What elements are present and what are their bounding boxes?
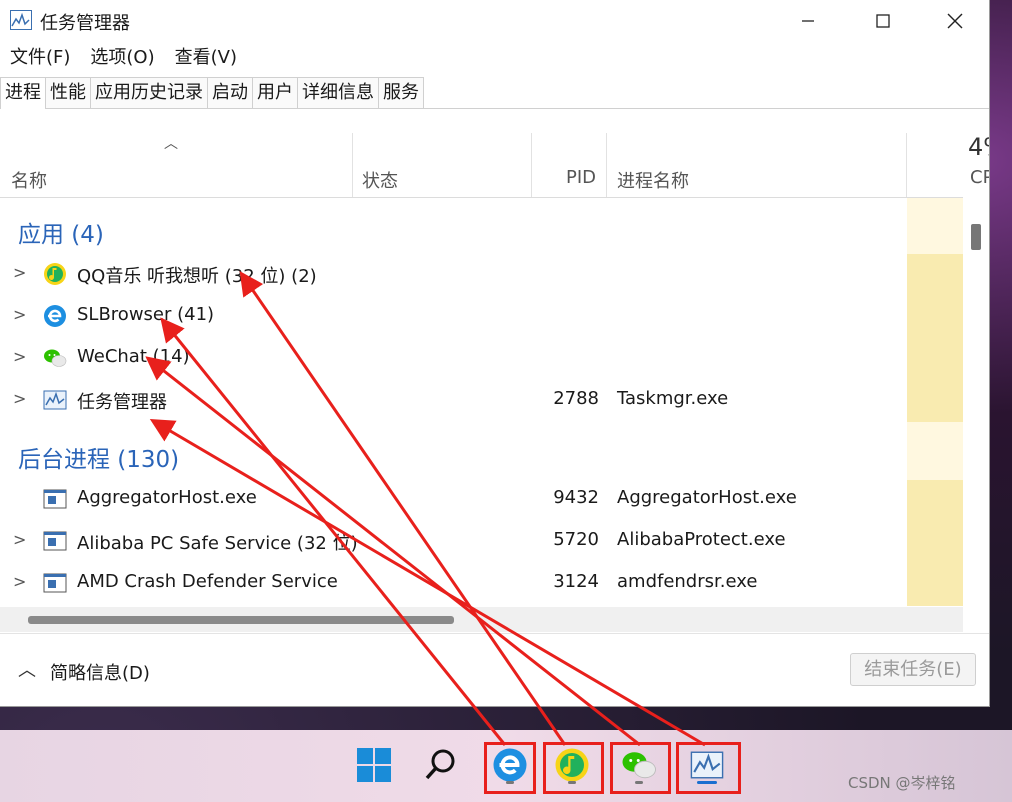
table-row[interactable]: > Alibaba PC Safe Service (32 位) 5720 Al…	[0, 521, 963, 563]
tab-services[interactable]: 服务	[378, 77, 424, 108]
expand-chevron-icon[interactable]: >	[13, 263, 26, 282]
column-divider[interactable]	[352, 133, 353, 197]
process-pid: 9432	[553, 487, 599, 508]
column-divider[interactable]	[906, 133, 907, 197]
process-exe: Taskmgr.exe	[617, 388, 729, 409]
task-manager-icon	[10, 10, 32, 30]
table-row[interactable]: > WeChat (14)	[0, 338, 963, 380]
running-indicator	[506, 781, 514, 784]
horizontal-scrollbar[interactable]	[0, 607, 963, 632]
minimize-icon	[802, 20, 814, 22]
fewer-details-button[interactable]: 简略信息(D)	[50, 659, 150, 685]
qqmusic-icon	[44, 263, 66, 285]
process-name: WeChat (14)	[77, 346, 190, 367]
chevron-up-icon[interactable]: ︿	[18, 656, 36, 682]
process-name: QQ音乐 听我想听 (32 位) (2)	[77, 266, 317, 287]
column-name[interactable]: 名称	[11, 167, 47, 193]
window-title: 任务管理器	[40, 13, 130, 34]
search-button[interactable]	[418, 742, 464, 788]
start-button[interactable]	[351, 742, 397, 788]
task-manager-window: 任务管理器 文件(F) 选项(O) 查看(V) 进程 性能 应用历史记录 启动 …	[0, 0, 990, 707]
process-exe: AlibabaProtect.exe	[617, 529, 786, 550]
cpu-heat-cell	[907, 422, 963, 480]
slbrowser-icon	[44, 305, 66, 327]
maximize-button[interactable]	[860, 6, 906, 36]
tab-processes[interactable]: 进程	[0, 77, 46, 109]
process-name: AMD Crash Defender Service	[77, 571, 338, 592]
active-indicator	[697, 781, 717, 784]
process-pid: 2788	[553, 388, 599, 409]
wechat-icon	[622, 752, 656, 779]
service-icon	[43, 573, 67, 593]
column-pid[interactable]: PID	[566, 167, 596, 188]
minimize-button[interactable]	[785, 6, 831, 36]
tab-startup[interactable]: 启动	[207, 77, 253, 108]
footer: ︿ 简略信息(D) 结束任务(E)	[0, 633, 989, 706]
tab-users[interactable]: 用户	[252, 77, 298, 108]
service-icon	[43, 531, 67, 551]
running-indicator	[635, 781, 643, 784]
menu-bar: 文件(F) 选项(O) 查看(V)	[0, 44, 247, 72]
column-header: ︿ 名称 状态 PID 进程名称	[0, 133, 963, 198]
taskbar-slbrowser[interactable]	[487, 742, 533, 788]
cpu-heat-cell	[907, 198, 963, 254]
cpu-percent[interactable]: 4%	[968, 133, 989, 161]
running-indicator	[568, 781, 576, 784]
search-icon	[425, 749, 455, 780]
process-name: AggregatorHost.exe	[77, 487, 257, 508]
wechat-icon	[44, 349, 67, 367]
group-apps: 应用 (4)	[18, 222, 104, 248]
column-process-name[interactable]: 进程名称	[617, 167, 689, 193]
expand-chevron-icon[interactable]: >	[13, 305, 26, 324]
watermark: CSDN @岑梓铭	[848, 774, 956, 792]
taskbar-taskmgr[interactable]	[684, 742, 730, 788]
slbrowser-icon	[493, 748, 527, 782]
process-pid: 3124	[553, 571, 599, 592]
service-icon	[43, 489, 67, 509]
process-name: 任务管理器	[77, 392, 167, 413]
taskbar-wechat[interactable]	[616, 742, 662, 788]
tab-performance[interactable]: 性能	[45, 77, 91, 108]
expand-chevron-icon[interactable]: >	[13, 389, 26, 408]
expand-chevron-icon[interactable]: >	[13, 572, 26, 591]
maximize-icon	[876, 14, 890, 28]
taskbar-qqmusic[interactable]	[549, 742, 595, 788]
tab-strip: 进程 性能 应用历史记录 启动 用户 详细信息 服务	[0, 77, 989, 109]
table-row[interactable]: AggregatorHost.exe 9432 AggregatorHost.e…	[0, 479, 963, 521]
column-divider[interactable]	[531, 133, 532, 197]
process-exe: AggregatorHost.exe	[617, 487, 797, 508]
menu-file[interactable]: 文件(F)	[0, 44, 80, 72]
taskmgr-icon	[43, 390, 67, 410]
column-divider[interactable]	[606, 133, 607, 197]
expand-chevron-icon[interactable]: >	[13, 530, 26, 549]
group-background: 后台进程 (130)	[18, 447, 180, 473]
menu-view[interactable]: 查看(V)	[165, 44, 247, 72]
process-exe: amdfendrsr.exe	[617, 571, 758, 592]
process-name: SLBrowser (41)	[77, 304, 215, 325]
title-bar: 任务管理器	[0, 0, 989, 42]
expand-chevron-icon[interactable]: >	[13, 347, 26, 366]
column-cpu[interactable]: CP	[970, 167, 989, 188]
sort-ascending-icon: ︿	[164, 136, 178, 152]
end-task-button[interactable]: 结束任务(E)	[850, 653, 976, 686]
scroll-thumb[interactable]	[28, 616, 454, 624]
table-row[interactable]: > QQ音乐 听我想听 (32 位) (2)	[0, 254, 963, 296]
close-icon	[947, 13, 963, 29]
process-pid: 5720	[553, 529, 599, 550]
qqmusic-icon	[555, 748, 589, 782]
table-row[interactable]: > SLBrowser (41)	[0, 296, 963, 338]
scroll-thumb[interactable]	[971, 224, 981, 250]
taskmgr-icon	[690, 751, 724, 779]
close-button[interactable]	[932, 6, 978, 36]
column-status[interactable]: 状态	[362, 167, 398, 193]
table-row[interactable]: > 任务管理器 2788 Taskmgr.exe	[0, 380, 963, 422]
table-row[interactable]: > AMD Crash Defender Service 3124 amdfen…	[0, 563, 963, 605]
windows-logo-icon	[357, 748, 391, 782]
tab-app-history[interactable]: 应用历史记录	[90, 77, 208, 108]
process-name: Alibaba PC Safe Service (32 位)	[77, 533, 358, 554]
menu-options[interactable]: 选项(O)	[80, 44, 164, 72]
vertical-scrollbar[interactable]	[968, 198, 984, 606]
tab-details[interactable]: 详细信息	[297, 77, 379, 108]
